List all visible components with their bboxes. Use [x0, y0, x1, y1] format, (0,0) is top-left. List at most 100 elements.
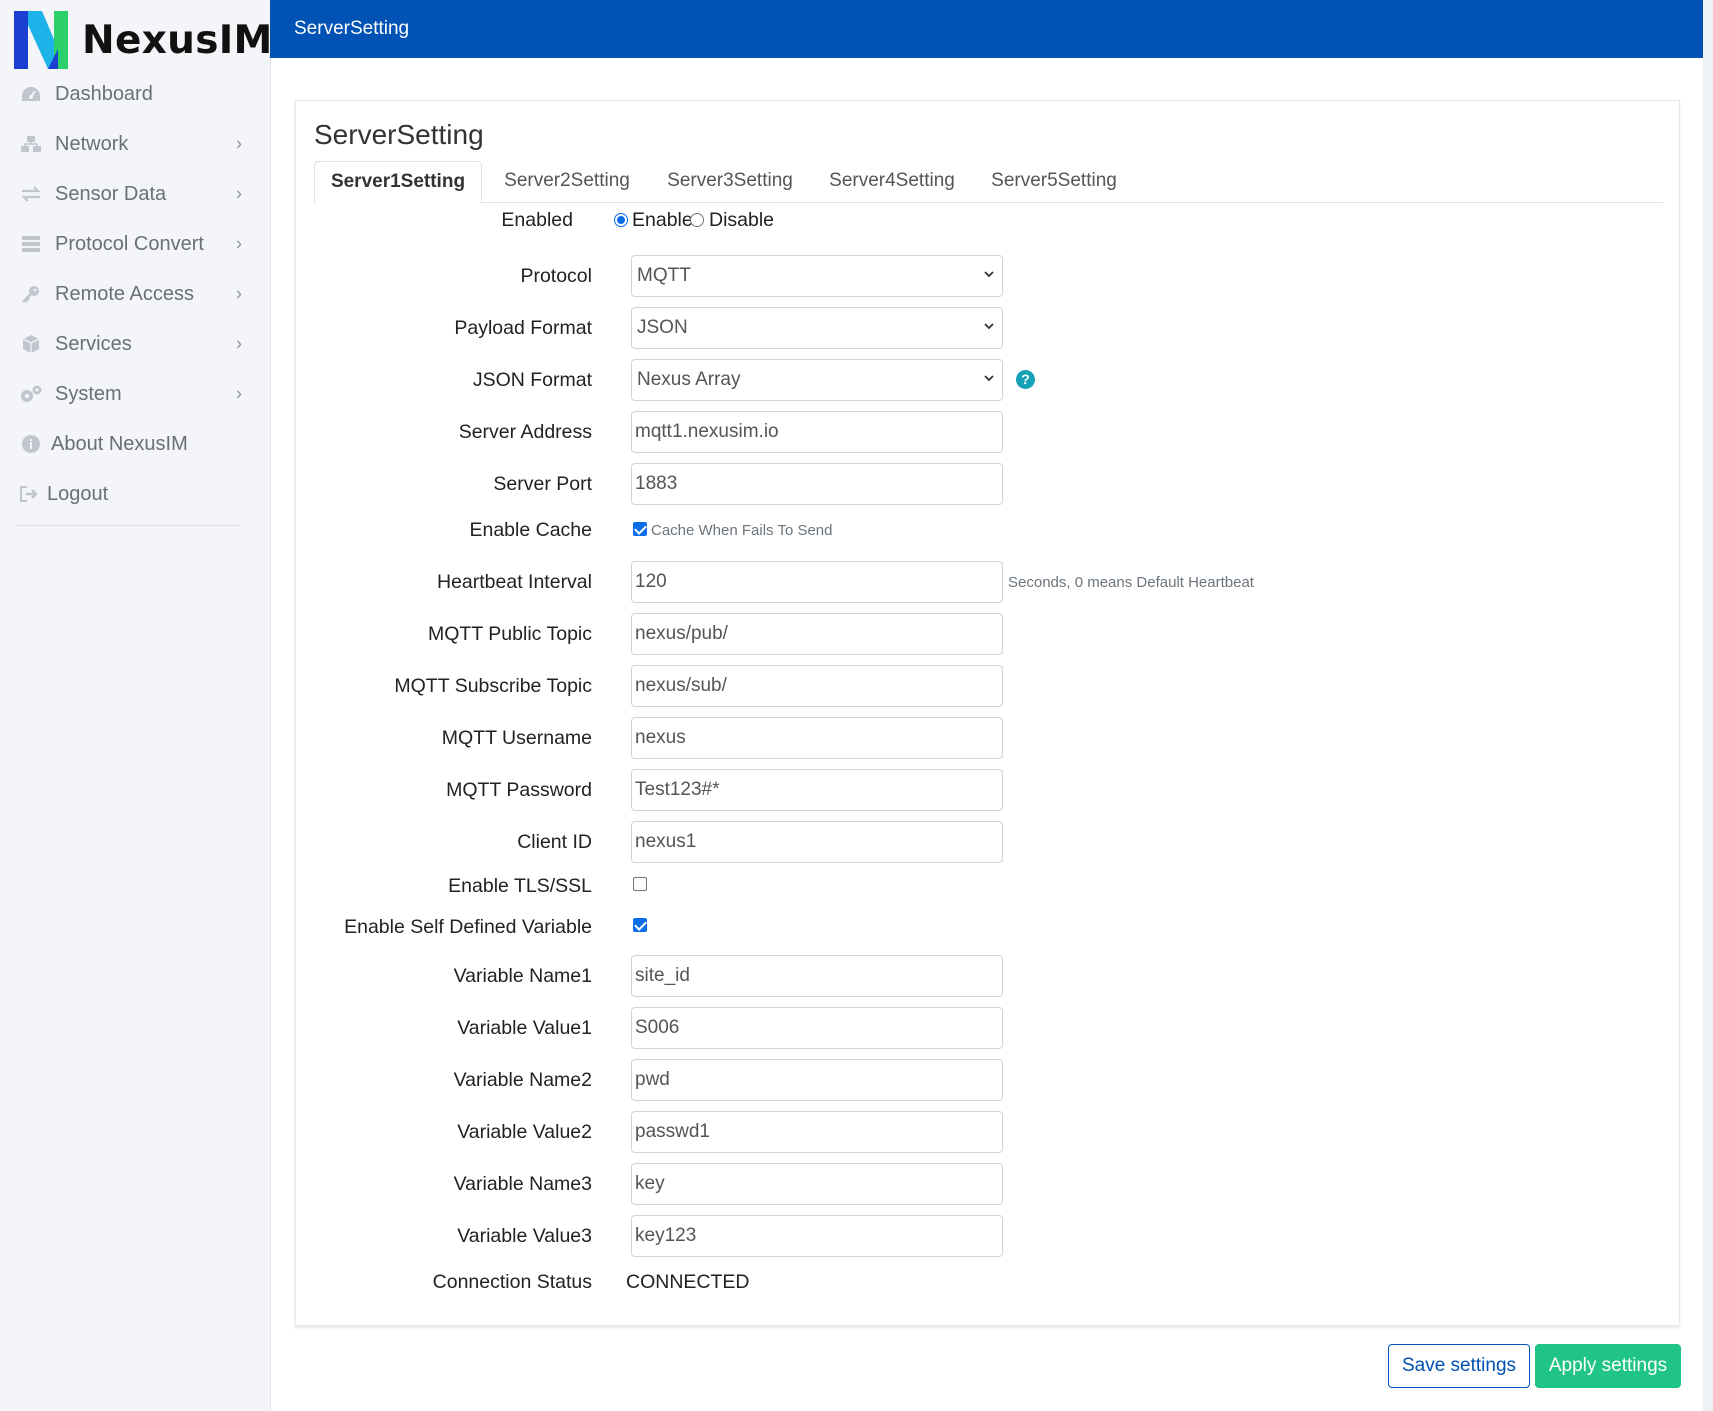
mqtt-password-input[interactable]: Test123#* [631, 769, 1003, 811]
variable-name2-label: Variable Name2 [453, 1069, 592, 1091]
server-port-input[interactable]: 1883 [631, 463, 1003, 505]
json-format-label: JSON Format [472, 369, 592, 391]
enable-tls-checkbox[interactable] [633, 877, 647, 891]
mqtt-public-topic-label: MQTT Public Topic [428, 623, 592, 645]
header-bar: ServerSetting [270, 0, 1703, 58]
sidebar-item-remote-access[interactable]: Remote Access › [0, 269, 270, 319]
header-title: ServerSetting [294, 18, 410, 39]
variable-value1-input[interactable]: S006 [631, 1007, 1003, 1049]
mqtt-subscribe-topic-label: MQTT Subscribe Topic [394, 675, 592, 697]
server-address-input[interactable]: mqtt1.nexusim.io [631, 411, 1003, 453]
connection-status-label: Connection Status [432, 1271, 592, 1293]
server-address-label: Server Address [458, 421, 592, 443]
chevron-down-icon [984, 375, 994, 382]
payload-format-select[interactable]: JSON [631, 307, 1003, 349]
sidebar-item-dashboard[interactable]: Dashboard [0, 69, 270, 119]
sidebar-item-services[interactable]: Services › [0, 319, 270, 369]
chevron-right-icon: › [236, 233, 242, 254]
brand-name: NexusIM [82, 17, 273, 63]
mqtt-username-label: MQTT Username [441, 727, 592, 749]
enable-tls-label: Enable TLS/SSL [448, 875, 592, 897]
sidebar-item-label: Remote Access [55, 282, 194, 305]
nexusim-logo-icon [14, 11, 68, 69]
enable-cache-hint: Cache When Fails To Send [651, 522, 833, 539]
chevron-right-icon: › [236, 383, 242, 404]
server-port-label: Server Port [493, 473, 592, 495]
info-icon [19, 434, 43, 454]
tab-server1[interactable]: Server1Setting [314, 161, 482, 204]
sidebar-item-label: About NexusIM [51, 432, 188, 455]
cube-icon [19, 334, 43, 354]
variable-name2-input[interactable]: pwd [631, 1059, 1003, 1101]
connection-status-value: CONNECTED [626, 1271, 750, 1293]
mqtt-password-label: MQTT Password [446, 779, 592, 801]
save-settings-button[interactable]: Save settings [1388, 1344, 1530, 1388]
protocol-select[interactable]: MQTT [631, 255, 1003, 297]
variable-value2-input[interactable]: passwd1 [631, 1111, 1003, 1153]
variable-value3-label: Variable Value3 [457, 1225, 592, 1247]
payload-format-label: Payload Format [454, 317, 592, 339]
heartbeat-input[interactable]: 120 [631, 561, 1003, 603]
card-title: ServerSetting [314, 119, 484, 150]
protocol-value: MQTT [637, 265, 691, 286]
key-icon [19, 284, 43, 304]
enable-radio-label[interactable]: Enable [632, 209, 693, 232]
client-id-input[interactable]: nexus1 [631, 821, 1003, 863]
sidebar-item-sensor-data[interactable]: Sensor Data › [0, 169, 270, 219]
chevron-down-icon [984, 323, 994, 330]
json-format-value: Nexus Array [637, 369, 741, 390]
variable-name3-input[interactable]: key [631, 1163, 1003, 1205]
help-icon[interactable]: ? [1016, 370, 1035, 389]
server-icon [19, 234, 43, 254]
heartbeat-hint: Seconds, 0 means Default Heartbeat [1008, 574, 1254, 591]
tab-server4[interactable]: Server4Setting [812, 161, 972, 203]
main-content: ServerSetting Server1Setting Server2Sett… [270, 58, 1703, 1411]
variable-name1-label: Variable Name1 [453, 965, 592, 987]
gears-icon [19, 384, 43, 404]
chevron-right-icon: › [236, 133, 242, 154]
disable-radio[interactable] [690, 213, 704, 227]
sidebar-nav: Dashboard Network › Sensor Data › Protoc… [0, 69, 270, 526]
protocol-label: Protocol [520, 265, 592, 287]
disable-radio-label[interactable]: Disable [709, 209, 774, 232]
mqtt-username-input[interactable]: nexus [631, 717, 1003, 759]
chevron-right-icon: › [236, 333, 242, 354]
brand-logo[interactable]: NexusIM [14, 9, 273, 71]
json-format-select[interactable]: Nexus Array [631, 359, 1003, 401]
sidebar-divider [16, 525, 242, 526]
sidebar-item-logout[interactable]: Logout [0, 469, 270, 519]
dashboard-icon [19, 84, 43, 104]
payload-format-value: JSON [637, 317, 688, 338]
enable-radio[interactable] [614, 213, 628, 227]
enabled-label: Enabled [501, 209, 573, 231]
sidebar-item-label: Network [55, 132, 129, 155]
sidebar-item-label: Services [55, 332, 132, 355]
chevron-down-icon [984, 271, 994, 278]
mqtt-public-topic-input[interactable]: nexus/pub/ [631, 613, 1003, 655]
enable-cache-checkbox[interactable] [633, 522, 647, 536]
server-tabs: Server1Setting Server2Setting Server3Set… [314, 161, 1663, 204]
sidebar-item-system[interactable]: System › [0, 369, 270, 419]
sidebar-item-label: System [55, 382, 122, 405]
variable-name1-input[interactable]: site_id [631, 955, 1003, 997]
sidebar-item-label: Protocol Convert [55, 232, 204, 255]
variable-value1-label: Variable Value1 [457, 1017, 592, 1039]
variable-value3-input[interactable]: key123 [631, 1215, 1003, 1257]
logout-icon [17, 484, 41, 504]
sidebar-item-label: Dashboard [55, 82, 153, 105]
settings-card: ServerSetting Server1Setting Server2Sett… [295, 100, 1680, 1326]
tab-server2[interactable]: Server2Setting [487, 161, 647, 203]
self-defined-variable-checkbox[interactable] [633, 918, 647, 932]
apply-settings-button[interactable]: Apply settings [1535, 1344, 1681, 1388]
mqtt-subscribe-topic-input[interactable]: nexus/sub/ [631, 665, 1003, 707]
tab-server3[interactable]: Server3Setting [650, 161, 810, 203]
sidebar-item-about[interactable]: About NexusIM [0, 419, 270, 469]
heartbeat-label: Heartbeat Interval [436, 571, 592, 593]
sidebar-item-label: Sensor Data [55, 182, 167, 205]
sidebar-item-network[interactable]: Network › [0, 119, 270, 169]
chevron-right-icon: › [236, 283, 242, 304]
chevron-right-icon: › [236, 183, 242, 204]
tab-server5[interactable]: Server5Setting [974, 161, 1134, 203]
sidebar-item-protocol-convert[interactable]: Protocol Convert › [0, 219, 270, 269]
exchange-icon [19, 184, 43, 204]
